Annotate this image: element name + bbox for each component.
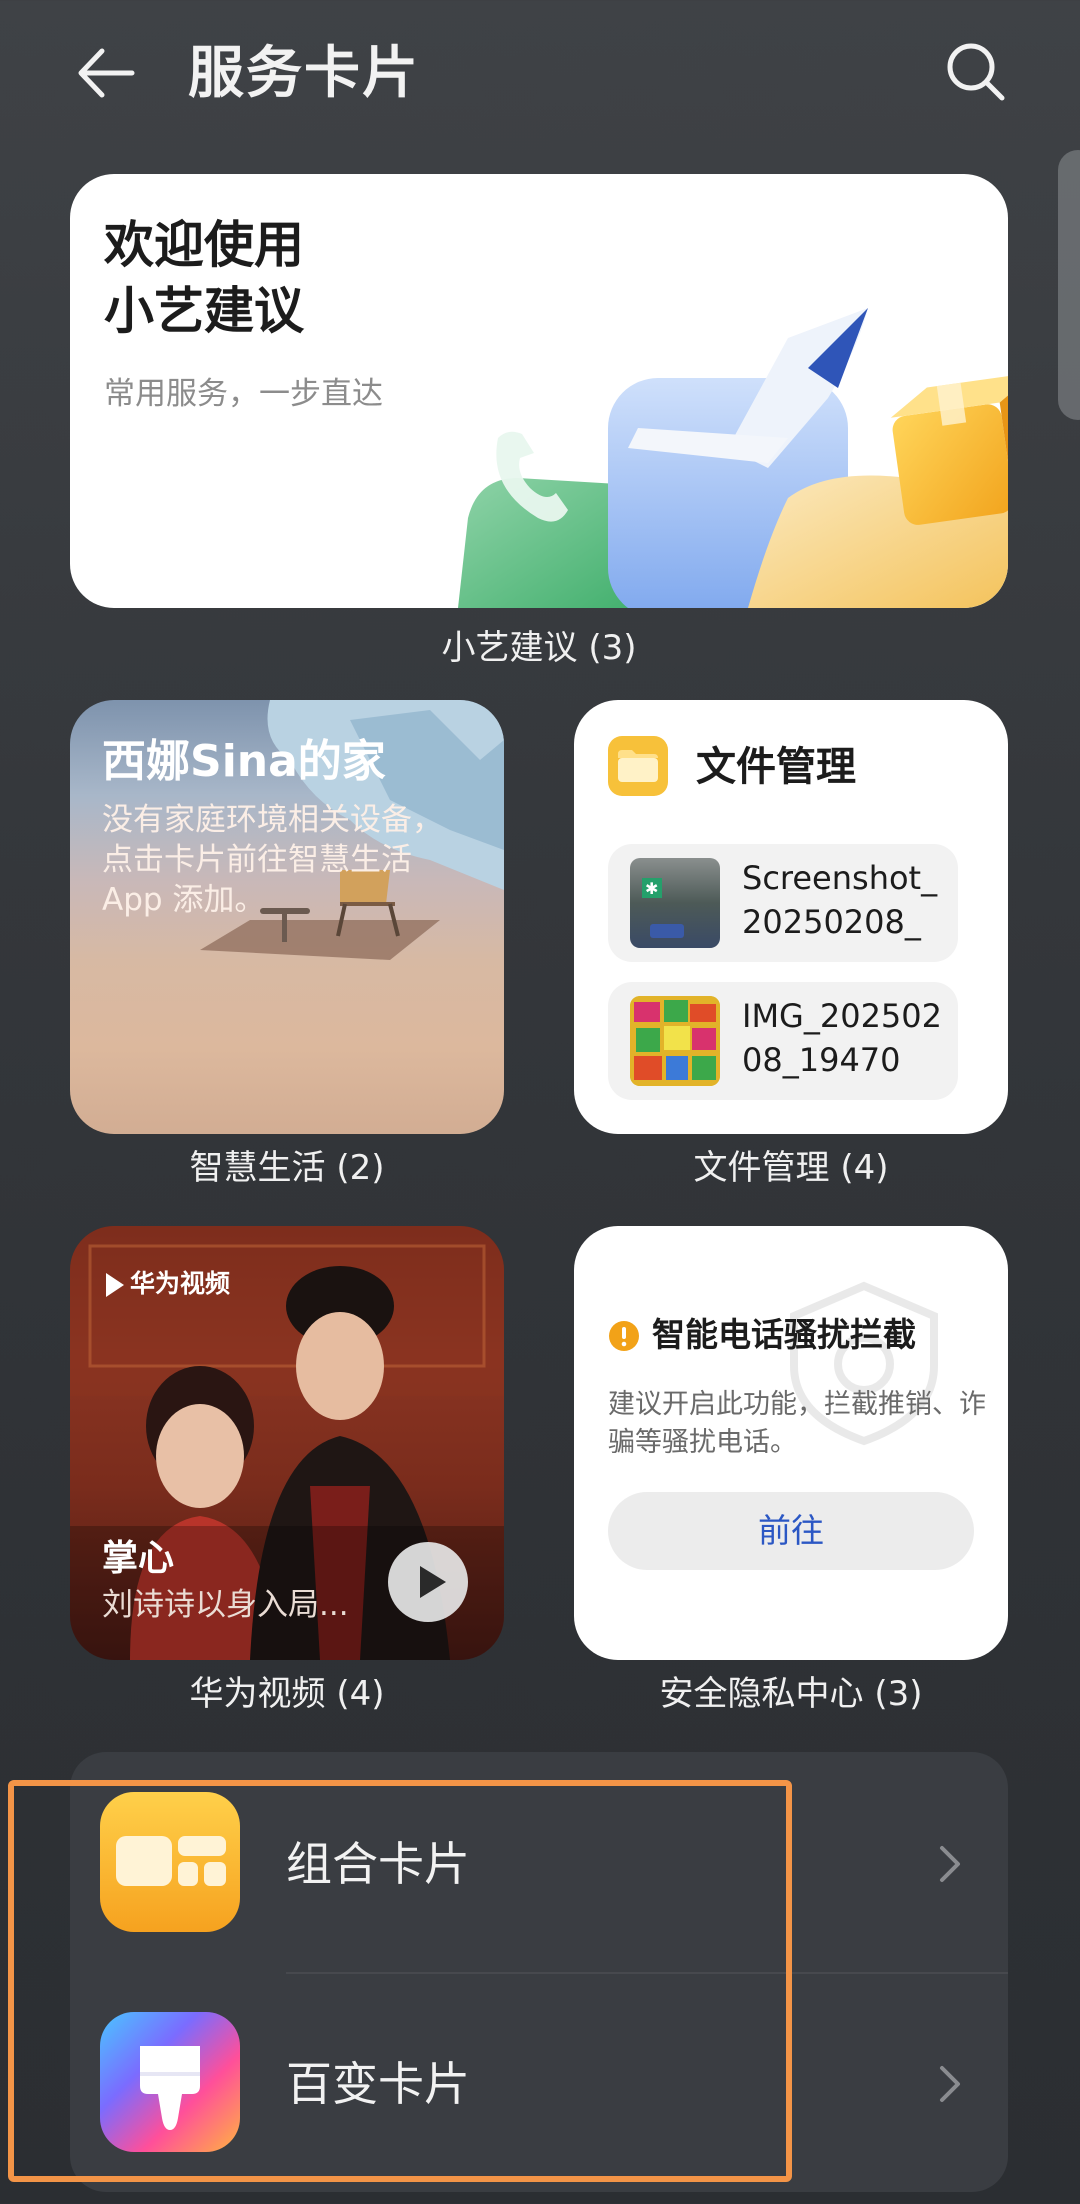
- huawei-video-card[interactable]: 华为视频 掌心 刘诗诗以身入局...: [70, 1226, 504, 1660]
- folder-icon: [608, 736, 668, 796]
- card-title-line1: 欢迎使用: [104, 216, 304, 274]
- back-arrow-icon[interactable]: [72, 38, 142, 108]
- svg-text:✱: ✱: [645, 879, 658, 898]
- logo-text: 华为视频: [130, 1269, 231, 1298]
- card-caption: 智慧生活 (2): [189, 1148, 385, 1188]
- search-icon[interactable]: [940, 36, 1012, 108]
- file-item[interactable]: ✱ Screenshot_20250208_2...: [608, 844, 958, 962]
- chevron-right-icon: [940, 1846, 960, 1882]
- card-caption: 安全隐私中心 (3): [659, 1674, 923, 1714]
- card-caption: 文件管理 (4): [693, 1148, 889, 1188]
- huawei-video-logo: 华为视频: [106, 1268, 230, 1300]
- card-caption: 小艺建议 (3): [441, 628, 637, 668]
- card-description: 建议开启此功能，拦截推销、诈骗等骚扰电话。: [608, 1389, 986, 1458]
- home-description: 没有家庭环境相关设备，点击卡片前往智慧生活 App 添加。: [102, 802, 443, 918]
- show-title: 掌心: [102, 1538, 175, 1579]
- card-title: 智能电话骚扰拦截: [652, 1315, 916, 1354]
- highlight-box: [8, 1780, 792, 2182]
- file-name: IMG_20250208_194703...: [742, 997, 942, 1079]
- card-subtitle: 常用服务，一步直达: [104, 376, 383, 412]
- play-logo-icon: [106, 1273, 124, 1297]
- page-title: 服务卡片: [188, 41, 420, 106]
- security-privacy-card[interactable]: 智能电话骚扰拦截 建议开启此功能，拦截推销、诈骗等骚扰电话。 前往: [574, 1226, 1008, 1660]
- screenshot-thumbnail: ✱: [630, 858, 720, 948]
- file-name: Screenshot_20250208_2...: [742, 859, 938, 941]
- play-button-icon[interactable]: [386, 1540, 470, 1624]
- file-manager-card[interactable]: 文件管理 ✱ Screenshot_20250208_2...: [574, 700, 1008, 1134]
- image-thumbnail: [630, 996, 720, 1086]
- go-button[interactable]: 前往: [608, 1492, 974, 1570]
- warning-icon: [609, 1321, 639, 1351]
- suggestion-illustration: [458, 308, 1008, 608]
- edge-scroll-handle[interactable]: [1058, 150, 1080, 420]
- home-name: 西娜Sina的家: [102, 736, 386, 787]
- card-caption: 华为视频 (4): [189, 1674, 385, 1714]
- xiaoyi-suggestion-card[interactable]: 欢迎使用 小艺建议 常用服务，一步直达: [70, 174, 1008, 608]
- file-item[interactable]: IMG_20250208_194703...: [608, 982, 958, 1100]
- show-description: 刘诗诗以身入局...: [102, 1587, 349, 1623]
- smart-life-card[interactable]: 西娜Sina的家 没有家庭环境相关设备，点击卡片前往智慧生活 App 添加。: [70, 700, 504, 1134]
- card-title: 文件管理: [696, 744, 856, 790]
- chevron-right-icon: [940, 2066, 960, 2102]
